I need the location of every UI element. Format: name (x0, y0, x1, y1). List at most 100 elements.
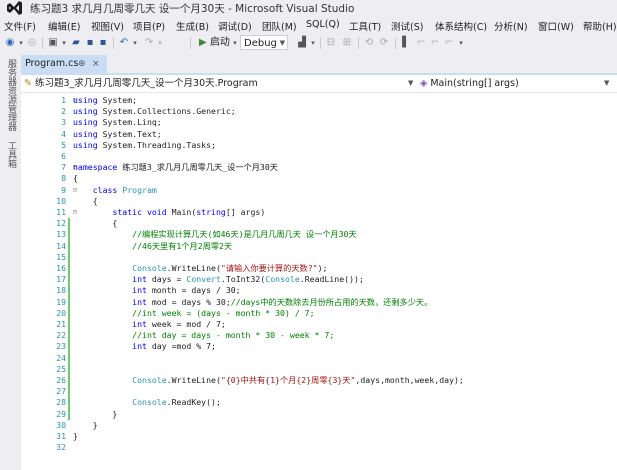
change-tracking-bar (68, 330, 70, 342)
toolbar-overflow-icon[interactable]: ▾ (457, 36, 465, 50)
tab-program-cs[interactable]: Program.cs ⊕ × (21, 55, 107, 73)
code-line[interactable]: 32 (21, 442, 617, 453)
code-text: static void Main(string[] args) (112, 207, 266, 217)
line-number: 10 (56, 195, 66, 206)
menu-test[interactable]: 测试(S) (391, 19, 423, 33)
save-all-icon[interactable]: ▪ (97, 36, 109, 50)
code-line[interactable]: 11 ⊟ static void Main(string[] args) (21, 207, 617, 218)
member-dropdown-value: Main(string[] args) (430, 78, 519, 89)
code-editor[interactable]: 1 ⊟ using System; 2 using System.Collections… (21, 93, 617, 470)
code-line[interactable]: 21 int week = mod / 7; (21, 319, 617, 331)
code-text: int month = days / 30; (132, 285, 241, 296)
code-line[interactable]: 22 //int day = days - month * 30 - week … (21, 330, 617, 342)
previous-bookmark-icon[interactable]: ⌐ (415, 36, 427, 50)
change-tracking-bar (68, 341, 70, 353)
code-line[interactable]: 13 //编程实现计算几天(如46天)是几月几周几天 设一个月30天 (21, 229, 617, 241)
menu-window[interactable]: 窗口(W) (538, 19, 574, 33)
uncomment-icon[interactable]: ⟳ (378, 36, 390, 50)
code-line[interactable]: 16 Console.WriteLine("请输入你要计算的天数?"); (21, 263, 617, 275)
menu-project[interactable]: 项目(P) (133, 19, 165, 33)
window-title: 练习题3 求几月几周零几天 设一个月30天 - Microsoft Visual… (30, 3, 355, 15)
code-line[interactable]: 29 } (21, 408, 617, 420)
code-line[interactable]: 9 ⊟ class Program (21, 185, 617, 196)
line-number: 3 (61, 117, 66, 128)
undo-dropdown-icon[interactable]: ▾ (131, 36, 139, 50)
line-number: 8 (61, 173, 66, 184)
comment-out-icon[interactable]: ⟲ (363, 36, 375, 50)
code-line[interactable]: 5 using System.Threading.Tasks; (21, 140, 617, 151)
back-icon[interactable]: ◉ (4, 36, 16, 50)
code-line[interactable]: 27 (21, 386, 617, 398)
code-line[interactable]: 17 int days = Convert.ToInt32(Console.Re… (21, 274, 617, 286)
code-line[interactable]: 26 Console.WriteLine("{0}中共有{1}个月{2}周零{3… (21, 375, 617, 387)
new-project-icon[interactable]: ▣ (47, 36, 59, 50)
code-text: Console.WriteLine("请输入你要计算的天数?"); (132, 263, 328, 273)
line-number: 21 (56, 319, 66, 329)
code-text: int mod = days % 30;//days中的天数除去月份所占用的天数… (132, 296, 433, 307)
code-line[interactable]: 20 //int week = (days - month * 30) / 7; (21, 307, 617, 319)
change-tracking-bar (68, 319, 70, 331)
save-icon[interactable]: ▪ (84, 36, 96, 50)
code-line[interactable]: 10 { (21, 196, 617, 207)
code-text: using System.Text; (73, 128, 162, 139)
menu-sql[interactable]: SQL(Q) (306, 19, 340, 30)
code-line[interactable]: 25 (21, 363, 617, 375)
forward-icon[interactable]: ◎ (26, 36, 38, 50)
toolbox-tab[interactable]: 工具箱 (6, 141, 16, 168)
menu-view[interactable]: 视图(V) (91, 19, 124, 33)
code-line[interactable]: 24 (21, 352, 617, 364)
new-dropdown-icon[interactable]: ▾ (60, 36, 68, 50)
attach-dropdown-icon[interactable]: ▾ (309, 36, 317, 50)
code-line[interactable]: 7 ⊟ namespace 练习题3_求几月几周零几天_设一个月30天 (21, 162, 617, 173)
menu-bar: 文件(F) 编辑(E) 视图(V) 项目(P) 生成(B) 调试(D) 团队(M… (0, 17, 617, 33)
redo-icon[interactable]: ↷ (143, 36, 155, 50)
code-line[interactable]: 14 //46天里有1个月2周零2天 (21, 240, 617, 252)
next-bookmark-icon[interactable]: ⌐ (429, 36, 441, 50)
menu-architecture[interactable]: 体系结构(C) (435, 19, 487, 33)
code-line[interactable]: 23 int day =mod % 7; (21, 341, 617, 353)
menu-tools[interactable]: 工具(T) (349, 19, 381, 33)
menu-analyze[interactable]: 分析(N) (494, 19, 528, 33)
line-number: 1 (61, 95, 66, 105)
code-line[interactable]: 30 } (21, 420, 617, 431)
code-line[interactable]: 6 (21, 151, 617, 162)
clear-bookmarks-icon[interactable]: ⌐ (443, 36, 455, 50)
pin-icon[interactable]: ⊕ (78, 55, 86, 73)
code-line[interactable]: 19 int mod = days % 30;//days中的天数除去月份所占用… (21, 296, 617, 308)
code-line[interactable]: 4 using System.Text; (21, 129, 617, 140)
code-text: //46天里有1个月2周零2天 (132, 240, 233, 251)
back-dropdown-icon[interactable]: ▾ (17, 36, 25, 50)
close-icon[interactable]: × (92, 55, 100, 73)
code-line[interactable]: 15 (21, 251, 617, 263)
menu-edit[interactable]: 编辑(E) (48, 19, 80, 33)
toolbar-separator (113, 37, 114, 49)
code-line[interactable]: 18 int month = days / 30; (21, 285, 617, 297)
code-line[interactable]: 31} (21, 431, 617, 442)
redo-dropdown-icon[interactable]: ▾ (156, 36, 164, 50)
code-line[interactable]: 2 using System.Collections.Generic; (21, 106, 617, 117)
code-line[interactable]: 12 { (21, 218, 617, 230)
solution-configuration-dropdown[interactable]: Debug ▼ (240, 35, 288, 50)
member-dropdown[interactable]: ◈ Main(string[] args) ▼ (420, 77, 610, 90)
play-icon: ▶ (199, 37, 207, 48)
bookmark-icon[interactable]: ▌ (400, 36, 412, 50)
start-button[interactable]: ▶ 启动 ▾ (199, 36, 237, 50)
format-icon[interactable]: ⊞ (341, 36, 353, 50)
code-line[interactable]: 8{ (21, 173, 617, 184)
code-line[interactable]: 28 Console.ReadKey(); (21, 397, 617, 409)
menu-team[interactable]: 团队(M) (262, 19, 297, 33)
type-dropdown[interactable]: ✎ 练习题3_求几月几周零几天_设一个月30天.Program ▼ (24, 77, 414, 90)
line-number: 11 (56, 207, 66, 217)
menu-file[interactable]: 文件(F) (4, 19, 36, 33)
align-icon[interactable]: ⊟ (325, 36, 337, 50)
server-explorer-tab[interactable]: 服务器资源管理器 (6, 59, 16, 131)
change-tracking-bar (68, 307, 70, 319)
code-line[interactable]: 1 ⊟ using System; (21, 95, 617, 106)
code-line[interactable]: 3 using System.Linq; (21, 117, 617, 128)
attach-icon[interactable]: ▟ (296, 36, 308, 50)
menu-debug[interactable]: 调试(D) (218, 19, 252, 33)
menu-help[interactable]: 帮助(H) (583, 19, 617, 33)
menu-build[interactable]: 生成(B) (176, 19, 209, 33)
undo-icon[interactable]: ↶ (118, 36, 130, 50)
open-file-icon[interactable]: ▰ (70, 36, 82, 50)
